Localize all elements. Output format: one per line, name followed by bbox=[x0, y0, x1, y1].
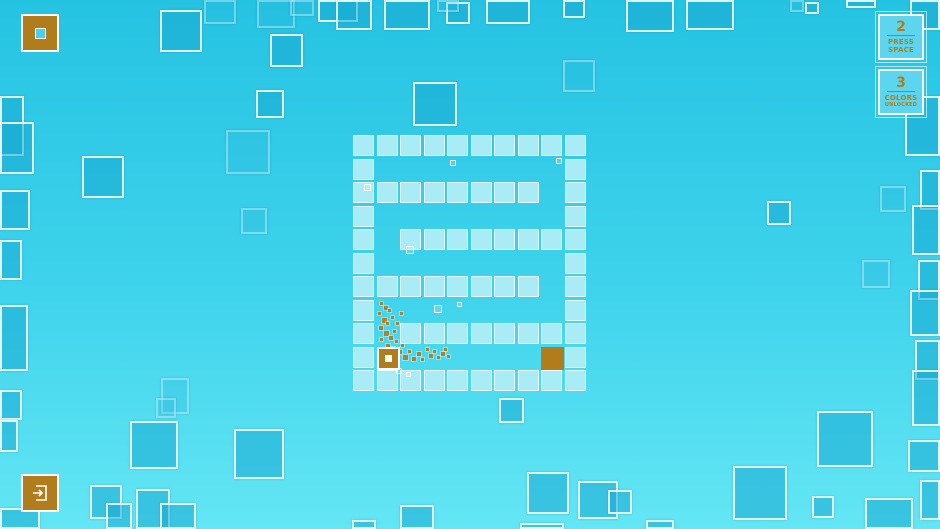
trail-particle bbox=[429, 354, 433, 358]
white-speck bbox=[556, 158, 562, 164]
hint-line-2: SPACE bbox=[888, 46, 914, 54]
white-speck bbox=[406, 372, 411, 377]
hint-divider bbox=[887, 35, 915, 36]
trail-particle bbox=[391, 316, 394, 319]
white-speck bbox=[450, 160, 456, 166]
trail-particle bbox=[417, 352, 421, 356]
menu-button[interactable] bbox=[21, 14, 59, 52]
trail-particle bbox=[389, 336, 393, 340]
exit-button[interactable] bbox=[21, 474, 59, 512]
white-speck bbox=[406, 246, 414, 254]
hint-divider bbox=[887, 91, 915, 92]
trail-particle bbox=[408, 350, 411, 353]
trail-particle bbox=[401, 344, 404, 347]
white-speck bbox=[457, 302, 462, 307]
trail-particle bbox=[380, 338, 383, 341]
trail-particle bbox=[396, 322, 399, 325]
trail-particle bbox=[441, 352, 445, 356]
hint-colors-unlocked: 3 COLORS UNLOCKED bbox=[875, 66, 927, 118]
white-speck bbox=[434, 305, 442, 313]
trail-particle bbox=[388, 309, 391, 312]
trail-particle bbox=[426, 348, 429, 351]
trail-particle bbox=[393, 330, 396, 333]
trail-particles bbox=[0, 0, 940, 529]
trail-particle bbox=[378, 312, 381, 315]
square-dot-icon bbox=[34, 27, 46, 39]
trail-particle bbox=[386, 322, 389, 325]
exit-door-icon bbox=[33, 485, 47, 501]
hint-line-1: COLORS bbox=[884, 94, 918, 102]
trail-particle bbox=[400, 312, 403, 315]
trail-particle bbox=[379, 326, 383, 330]
hint-press-space: 2 PRESS SPACE bbox=[875, 11, 927, 63]
trail-particle bbox=[380, 302, 383, 305]
trail-particle bbox=[421, 358, 424, 361]
hint-line-2: UNLOCKED bbox=[884, 102, 918, 108]
trail-particle bbox=[447, 355, 450, 358]
trail-particle bbox=[437, 356, 440, 359]
player-square bbox=[377, 347, 400, 370]
hint-number: 3 bbox=[896, 75, 906, 91]
hint-line-1: PRESS bbox=[887, 38, 915, 46]
trail-particle bbox=[433, 350, 436, 353]
player-square-icon bbox=[385, 355, 392, 362]
trail-particle bbox=[412, 357, 416, 361]
trail-particle bbox=[395, 340, 398, 343]
trail-particle bbox=[444, 348, 447, 351]
trail-particle bbox=[403, 355, 408, 360]
hint-number: 2 bbox=[896, 19, 906, 35]
goal-square bbox=[541, 347, 564, 370]
white-speck bbox=[364, 184, 371, 191]
